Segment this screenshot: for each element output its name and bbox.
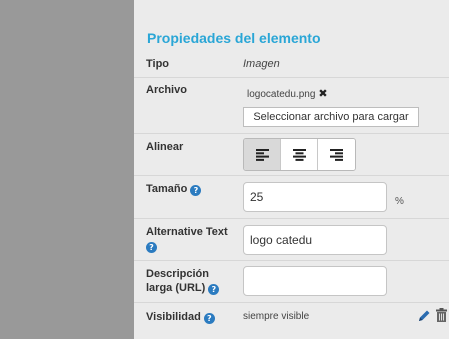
question-circle-icon[interactable]: ? — [190, 185, 202, 196]
align-left-icon — [255, 148, 269, 161]
question-circle-icon[interactable]: ? — [146, 242, 157, 253]
descripcion-label-line2: larga (URL) — [146, 282, 206, 294]
align-left-button[interactable] — [244, 139, 281, 170]
tamano-label-text: Tamaño — [146, 183, 188, 195]
pencil-icon[interactable] — [418, 309, 431, 322]
size-unit: % — [395, 196, 404, 207]
align-button-group — [243, 138, 356, 171]
visibilidad-label: Visibilidad ? — [146, 310, 215, 324]
properties-panel: Propiedades del elemento Tipo Imagen Arc… — [134, 0, 449, 339]
visibilidad-label-text: Visibilidad — [146, 311, 201, 323]
align-right-button[interactable] — [318, 139, 355, 170]
trash-icon[interactable] — [436, 308, 447, 322]
left-gray-area — [0, 0, 134, 339]
row-visibilidad: Visibilidad ? siempre visible — [134, 303, 449, 331]
visibilidad-value: siempre visible — [243, 311, 310, 322]
question-circle-icon[interactable]: ? — [208, 284, 220, 295]
select-file-button[interactable]: Seleccionar archivo para cargar — [243, 107, 419, 127]
align-center-icon — [292, 148, 306, 161]
size-input[interactable]: 25 — [243, 182, 387, 212]
selected-file: logocatedu.png ✖ — [247, 87, 328, 100]
descripcion-label-line1: Descripción — [146, 268, 209, 280]
file-name-text: logocatedu.png — [247, 89, 316, 100]
align-center-button[interactable] — [281, 139, 318, 170]
align-right-icon — [330, 148, 343, 161]
panel-title: Propiedades del elemento — [147, 30, 321, 46]
alinear-label: Alinear — [146, 141, 184, 153]
tamano-label: Tamaño ? — [146, 182, 202, 196]
alt-text-label: Alternative Text ? — [146, 225, 228, 253]
alt-text-label-text: Alternative Text — [146, 226, 228, 238]
row-tipo: Tipo Imagen — [134, 52, 449, 78]
tipo-value: Imagen — [243, 58, 280, 70]
alt-text-input[interactable]: logo catedu — [243, 225, 387, 255]
question-circle-icon[interactable]: ? — [203, 313, 215, 324]
long-description-input[interactable] — [243, 266, 387, 296]
descripcion-label: Descripción larga (URL) ? — [146, 267, 220, 295]
archivo-label: Archivo — [146, 84, 187, 96]
remove-file-close-icon[interactable]: ✖ — [318, 87, 327, 100]
tipo-label: Tipo — [146, 58, 170, 70]
